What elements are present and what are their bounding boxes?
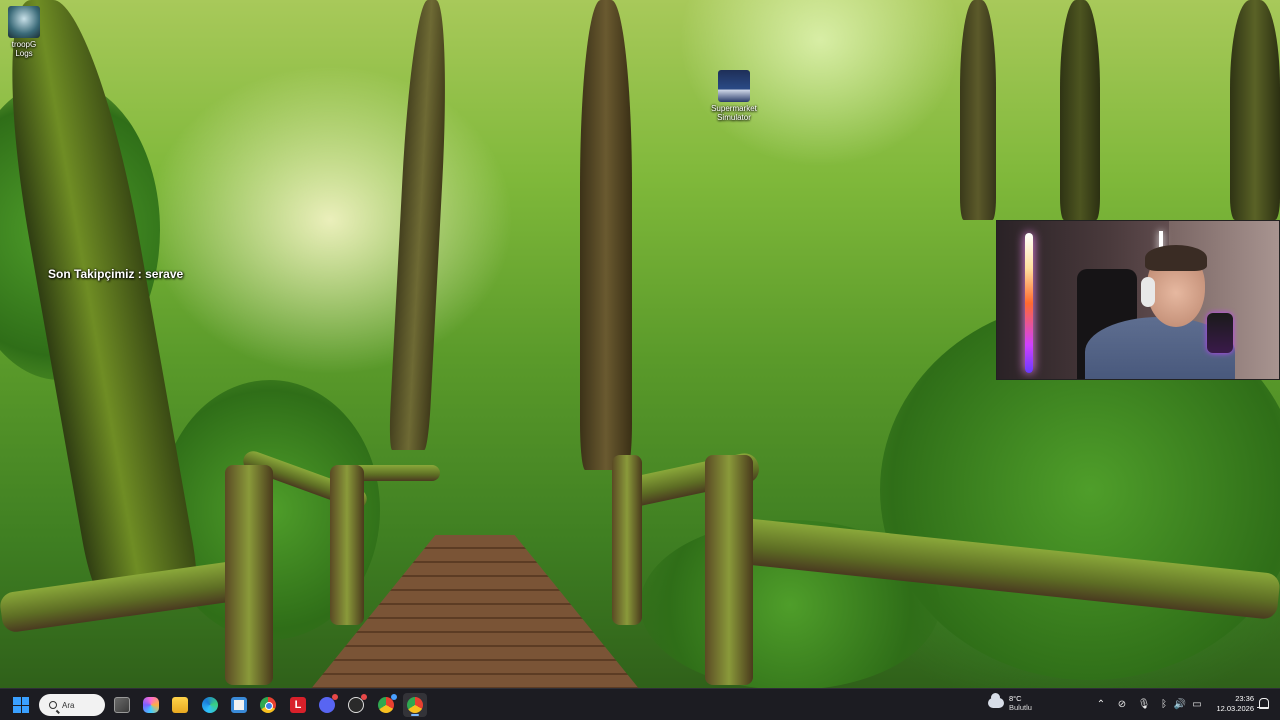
notification-badge: [361, 694, 367, 700]
microphone: [1207, 313, 1233, 353]
railing-post: [330, 465, 364, 625]
bluetooth-icon[interactable]: ᛒ: [1157, 698, 1171, 712]
person-hair: [1145, 245, 1207, 271]
store-icon: [231, 697, 247, 713]
chevron-up-icon[interactable]: ⌃: [1094, 698, 1108, 712]
taskbar-search[interactable]: Ara: [39, 694, 105, 716]
desktop-icon-logs[interactable]: troopG Logs: [0, 6, 54, 58]
taskbar-app-discord[interactable]: [315, 693, 339, 717]
system-clock[interactable]: 23:36 12.03.2026: [1206, 694, 1254, 714]
railing-post: [705, 455, 753, 685]
taskbar-app-microsoft-store[interactable]: [227, 693, 251, 717]
taskbar-app-chrome[interactable]: [256, 693, 280, 717]
taskbar-app-copilot[interactable]: [139, 693, 163, 717]
l-icon: L: [290, 697, 306, 713]
supermarket-simulator-icon: [718, 70, 750, 102]
battery-icon[interactable]: ▭: [1190, 698, 1204, 712]
chrome-icon: [407, 697, 423, 713]
clock-time: 23:36: [1235, 694, 1254, 703]
task-view-icon: [114, 697, 130, 713]
folder-icon: [172, 697, 188, 713]
notification-badge: [391, 694, 397, 700]
notification-bell-icon[interactable]: [1257, 697, 1269, 711]
taskbar-app-edge[interactable]: [198, 693, 222, 717]
copilot-icon: [143, 697, 159, 713]
desktop-icon-label: troopG Logs: [11, 40, 37, 58]
taskbar-app-obs[interactable]: [344, 693, 368, 717]
microphone-icon[interactable]: 🎙: [1137, 698, 1151, 712]
taskbar-app-task-view[interactable]: [110, 693, 134, 717]
start-button[interactable]: [9, 693, 33, 717]
edge-icon: [202, 697, 218, 713]
network-off-icon[interactable]: ⊘: [1115, 698, 1129, 712]
desktop-icon-label: Supermarket Simulator: [711, 104, 757, 122]
taskbar-app-l-app[interactable]: L: [286, 693, 310, 717]
headphones: [1141, 277, 1155, 307]
desktop-icon-supermarket-simulator[interactable]: Supermarket Simulator: [704, 70, 764, 122]
clock-date: 12.03.2026: [1216, 704, 1254, 713]
weather-temperature: 8°C: [1009, 694, 1022, 703]
tree-trunk: [580, 0, 632, 470]
taskbar: Ara L 8°C Bulutlu ⌃ ⊘ 🎙 ᛒ 🔊 ▭ 23:36 12.0…: [0, 688, 1280, 720]
stream-follower-overlay: Son Takipçimiz : serave: [48, 267, 184, 281]
search-label: Ara: [62, 700, 75, 710]
tree-trunk: [1060, 0, 1100, 220]
taskbar-app-file-explorer[interactable]: [168, 693, 192, 717]
weather-description: Bulutlu: [1009, 703, 1032, 712]
rgb-light-bar: [1025, 233, 1033, 373]
railing-post: [612, 455, 642, 625]
tree-trunk: [960, 0, 996, 220]
cloud-icon: [988, 693, 1004, 708]
tree-trunk: [388, 0, 452, 450]
chrome-icon: [260, 697, 276, 713]
app-logs-icon: [8, 6, 40, 38]
railing-post: [225, 465, 273, 685]
volume-icon[interactable]: 🔊: [1173, 698, 1187, 712]
search-icon: [49, 701, 57, 709]
windows-icon: [13, 697, 29, 713]
taskbar-app-chrome-profile[interactable]: [374, 693, 398, 717]
webcam-overlay: [996, 220, 1280, 380]
weather-widget[interactable]: 8°C Bulutlu: [988, 693, 1032, 712]
tree-trunk: [1230, 0, 1280, 220]
notification-badge: [332, 694, 338, 700]
taskbar-app-chrome-active[interactable]: [403, 693, 427, 717]
